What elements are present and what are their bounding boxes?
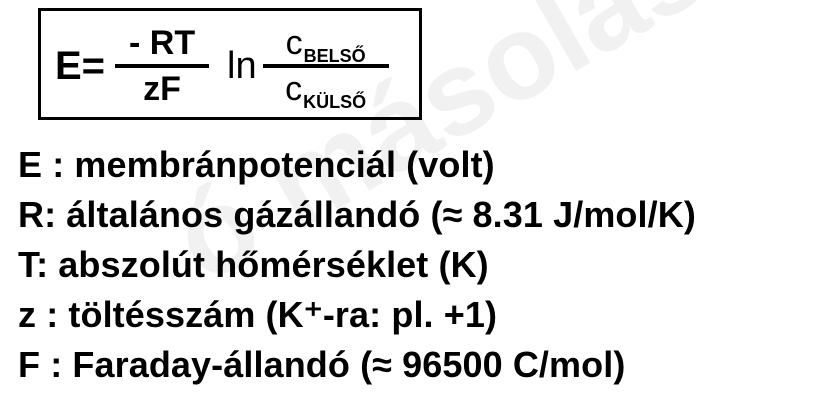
definition-r: R: általános gázállandó (≈ 8.31 J/mol/K): [18, 194, 696, 235]
definition-e: E : membránpotenciál (volt): [18, 144, 495, 185]
concentration-ratio-fraction: c BELSŐ c KÜLSŐ: [262, 24, 389, 111]
formula-box: E= - RT zF ln c BELSŐ c KÜLSŐ: [38, 8, 422, 120]
outer-subscript: KÜLSŐ: [303, 92, 367, 112]
concentration-symbol: c: [285, 70, 303, 108]
variable-definitions: E : membránpotenciál (volt) R: általános…: [18, 140, 696, 390]
fraction-bar: [115, 64, 210, 68]
inner-concentration: c BELSŐ: [282, 24, 370, 65]
formula-lhs: E=: [55, 44, 106, 88]
concentration-symbol: c: [285, 24, 303, 62]
definition-t: T: abszolút hőmérséklet (K): [18, 244, 489, 285]
nernst-equation: E= - RT zF ln c BELSŐ c KÜLSŐ: [55, 21, 389, 111]
fraction-numerator: - RT: [129, 24, 196, 62]
definition-f: F : Faraday-állandó (≈ 96500 C/mol): [18, 344, 626, 385]
natural-log: ln: [227, 45, 257, 87]
inner-subscript: BELSŐ: [303, 46, 366, 66]
rt-over-zf-fraction: - RT zF: [115, 24, 210, 108]
fraction-denominator: zF: [143, 70, 181, 108]
outer-concentration: c KÜLSŐ: [281, 70, 370, 111]
definition-z: z : töltésszám (K⁺-ra: pl. +1): [18, 294, 498, 335]
